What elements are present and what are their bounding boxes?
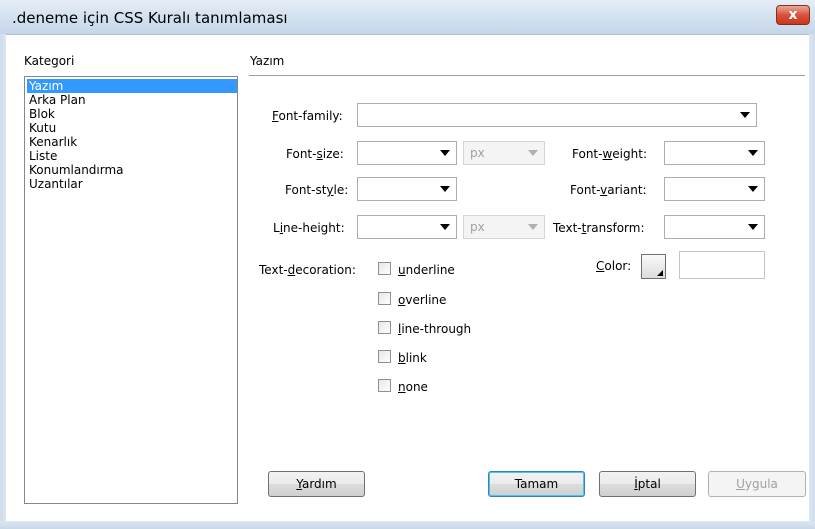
section-title: Yazım [250, 54, 285, 68]
category-item-konumlandirma[interactable]: Konumlandırma [27, 163, 237, 177]
none-label[interactable]: none [398, 380, 428, 394]
category-item-yazim[interactable]: Yazım [27, 79, 237, 93]
none-checkbox[interactable] [378, 379, 391, 392]
category-item-uzantilar[interactable]: Uzantılar [27, 177, 237, 191]
category-item-blok[interactable]: Blok [27, 107, 237, 121]
text-transform-dropdown[interactable] [664, 215, 765, 239]
color-picker-button[interactable] [641, 254, 666, 279]
line-height-unit-dropdown: px [463, 215, 545, 239]
chevron-down-icon [440, 224, 450, 230]
font-size-dropdown[interactable] [357, 141, 457, 165]
close-button[interactable]: x [776, 5, 810, 25]
chevron-down-icon [440, 150, 450, 156]
chevron-down-icon [748, 186, 758, 192]
overline-label[interactable]: overline [398, 293, 446, 307]
category-item-liste[interactable]: Liste [27, 149, 237, 163]
category-title: Kategori [24, 54, 75, 68]
font-style-label: Font-style: [285, 183, 349, 197]
line-height-dropdown[interactable] [357, 215, 457, 239]
underline-checkbox[interactable] [378, 262, 391, 275]
category-item-kenarlik[interactable]: Kenarlık [27, 135, 237, 149]
window-title: .deneme için CSS Kuralı tanımlaması [12, 9, 288, 27]
font-size-label: Font-size: [286, 147, 344, 161]
line-height-unit-value: px [470, 220, 485, 234]
text-decoration-label: Text-decoration: [259, 263, 356, 277]
color-text-field[interactable] [679, 251, 765, 279]
font-variant-label: Font-variant: [570, 183, 647, 197]
underline-label[interactable]: underline [398, 263, 455, 277]
color-label: Color: [596, 259, 632, 273]
chevron-down-icon [440, 186, 450, 192]
chevron-down-icon [740, 112, 750, 118]
blink-label[interactable]: blink [398, 351, 427, 365]
line-through-label[interactable]: line-through [398, 322, 471, 336]
window-frame-right [809, 34, 815, 529]
section-divider [249, 75, 805, 76]
font-weight-label: Font-weight: [572, 147, 647, 161]
title-bar: .deneme için CSS Kuralı tanımlaması x [0, 0, 815, 35]
close-icon: x [788, 7, 798, 23]
blink-checkbox[interactable] [378, 350, 391, 363]
chevron-down-icon [528, 224, 538, 230]
chevron-down-icon [748, 150, 758, 156]
font-size-unit-dropdown: px [463, 141, 545, 165]
window-frame-bottom [0, 521, 815, 529]
apply-button[interactable]: Uygula [708, 471, 806, 497]
font-size-unit-value: px [470, 146, 485, 160]
ok-button[interactable]: Tamam [488, 471, 585, 497]
font-family-dropdown[interactable] [357, 103, 757, 127]
text-transform-label: Text-transform: [553, 221, 645, 235]
font-family-label: Font-family: [272, 109, 343, 123]
chevron-down-icon [748, 224, 758, 230]
help-button[interactable]: Yardım [268, 471, 365, 497]
font-weight-dropdown[interactable] [664, 141, 765, 165]
category-item-arka-plan[interactable]: Arka Plan [27, 93, 237, 107]
category-item-kutu[interactable]: Kutu [27, 121, 237, 135]
chevron-down-icon [528, 150, 538, 156]
font-style-dropdown[interactable] [357, 177, 457, 201]
font-variant-dropdown[interactable] [664, 177, 765, 201]
overline-checkbox[interactable] [378, 292, 391, 305]
cancel-button[interactable]: İptal [599, 471, 696, 497]
category-list[interactable]: Yazım Arka Plan Blok Kutu Kenarlık Liste… [24, 76, 238, 504]
line-height-label: Line-height: [273, 221, 345, 235]
color-picker-arrow-icon [657, 270, 663, 276]
line-through-checkbox[interactable] [378, 321, 391, 334]
